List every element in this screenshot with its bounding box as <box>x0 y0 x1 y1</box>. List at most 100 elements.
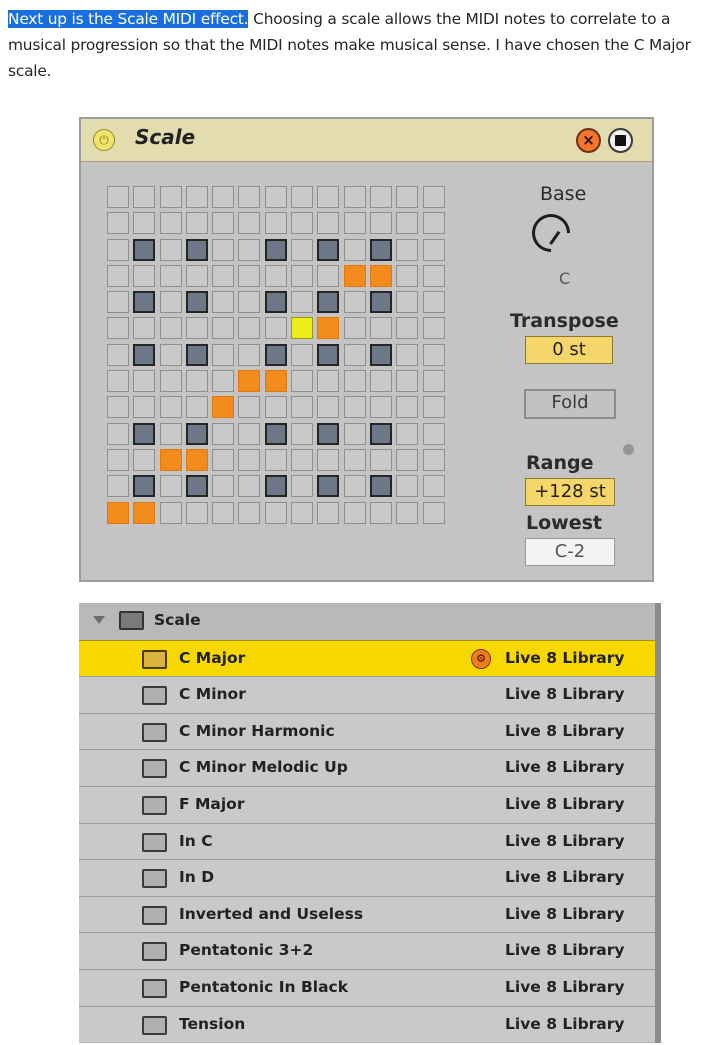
grid-cell[interactable] <box>343 395 369 421</box>
grid-cell[interactable] <box>316 343 342 369</box>
grid-cell[interactable] <box>264 290 290 316</box>
grid-cell[interactable] <box>132 343 158 369</box>
grid-cell[interactable] <box>237 316 263 342</box>
grid-cell[interactable] <box>290 316 316 342</box>
grid-cell[interactable] <box>159 185 185 211</box>
grid-cell[interactable] <box>369 211 395 237</box>
grid-cell[interactable] <box>132 395 158 421</box>
grid-cell[interactable] <box>264 395 290 421</box>
grid-cell[interactable] <box>264 264 290 290</box>
grid-cell[interactable] <box>264 238 290 264</box>
grid-cell[interactable] <box>106 264 132 290</box>
grid-cell[interactable] <box>290 238 316 264</box>
browser-item-row[interactable]: C Minor Melodic Up Live 8 Library <box>79 749 655 786</box>
grid-cell[interactable] <box>369 185 395 211</box>
grid-cell[interactable] <box>395 185 421 211</box>
grid-cell[interactable] <box>159 369 185 395</box>
browser-item-row[interactable]: C Minor Harmonic Live 8 Library <box>79 712 655 750</box>
grid-cell[interactable] <box>290 185 316 211</box>
grid-cell[interactable] <box>422 474 448 500</box>
grid-cell[interactable] <box>422 211 448 237</box>
browser-item-row[interactable]: Pentatonic In Black Live 8 Library <box>79 969 655 1006</box>
grid-cell[interactable] <box>211 448 237 474</box>
grid-cell[interactable] <box>132 290 158 316</box>
grid-cell[interactable] <box>264 211 290 237</box>
grid-cell[interactable] <box>422 343 448 369</box>
grid-cell[interactable] <box>422 185 448 211</box>
grid-cell[interactable] <box>395 264 421 290</box>
grid-cell[interactable] <box>132 316 158 342</box>
grid-cell[interactable] <box>185 369 211 395</box>
grid-cell[interactable] <box>211 474 237 500</box>
grid-cell[interactable] <box>316 474 342 500</box>
grid-cell[interactable] <box>264 369 290 395</box>
grid-cell[interactable] <box>343 316 369 342</box>
grid-cell[interactable] <box>264 316 290 342</box>
power-icon[interactable]: ⏻ <box>93 129 115 151</box>
browser-folder-row[interactable]: Scale <box>79 603 655 640</box>
grid-cell[interactable] <box>106 395 132 421</box>
grid-cell[interactable] <box>369 343 395 369</box>
grid-cell[interactable] <box>290 474 316 500</box>
grid-cell[interactable] <box>343 448 369 474</box>
grid-cell[interactable] <box>237 238 263 264</box>
grid-cell[interactable] <box>316 290 342 316</box>
grid-cell[interactable] <box>159 395 185 421</box>
grid-cell[interactable] <box>185 185 211 211</box>
grid-cell[interactable] <box>106 343 132 369</box>
grid-cell[interactable] <box>185 290 211 316</box>
grid-cell[interactable] <box>290 448 316 474</box>
grid-cell[interactable] <box>185 264 211 290</box>
grid-cell[interactable] <box>369 422 395 448</box>
grid-cell[interactable] <box>316 369 342 395</box>
grid-cell[interactable] <box>211 501 237 527</box>
grid-cell[interactable] <box>316 185 342 211</box>
grid-cell[interactable] <box>422 316 448 342</box>
grid-cell[interactable] <box>237 369 263 395</box>
grid-cell[interactable] <box>159 238 185 264</box>
grid-cell[interactable] <box>316 264 342 290</box>
grid-cell[interactable] <box>422 369 448 395</box>
grid-cell[interactable] <box>185 238 211 264</box>
grid-cell[interactable] <box>395 448 421 474</box>
grid-cell[interactable] <box>343 343 369 369</box>
grid-cell[interactable] <box>422 238 448 264</box>
grid-cell[interactable] <box>343 264 369 290</box>
grid-cell[interactable] <box>290 369 316 395</box>
grid-cell[interactable] <box>395 290 421 316</box>
device-title-bar[interactable]: ⏻ Scale × <box>81 119 652 162</box>
grid-cell[interactable] <box>316 316 342 342</box>
grid-cell[interactable] <box>106 474 132 500</box>
grid-cell[interactable] <box>211 238 237 264</box>
grid-cell[interactable] <box>237 448 263 474</box>
browser-item-row[interactable]: C Minor Live 8 Library <box>79 676 655 713</box>
grid-cell[interactable] <box>422 264 448 290</box>
grid-cell[interactable] <box>290 501 316 527</box>
grid-cell[interactable] <box>237 422 263 448</box>
grid-cell[interactable] <box>106 369 132 395</box>
range-field[interactable]: +128 st <box>525 478 615 506</box>
grid-cell[interactable] <box>211 369 237 395</box>
grid-cell[interactable] <box>343 290 369 316</box>
grid-cell[interactable] <box>211 395 237 421</box>
grid-cell[interactable] <box>264 501 290 527</box>
grid-cell[interactable] <box>264 185 290 211</box>
grid-cell[interactable] <box>395 369 421 395</box>
save-preset-icon[interactable] <box>608 128 633 153</box>
grid-cell[interactable] <box>343 211 369 237</box>
grid-cell[interactable] <box>422 290 448 316</box>
grid-cell[interactable] <box>369 369 395 395</box>
grid-cell[interactable] <box>237 501 263 527</box>
grid-cell[interactable] <box>290 395 316 421</box>
grid-cell[interactable] <box>343 185 369 211</box>
grid-cell[interactable] <box>106 422 132 448</box>
grid-cell[interactable] <box>237 343 263 369</box>
grid-cell[interactable] <box>343 238 369 264</box>
grid-cell[interactable] <box>369 290 395 316</box>
base-dial-icon[interactable] <box>524 206 578 260</box>
grid-cell[interactable] <box>422 422 448 448</box>
grid-cell[interactable] <box>185 474 211 500</box>
grid-cell[interactable] <box>237 474 263 500</box>
grid-cell[interactable] <box>316 211 342 237</box>
browser-item-row[interactable]: Tension Live 8 Library <box>79 1005 655 1043</box>
